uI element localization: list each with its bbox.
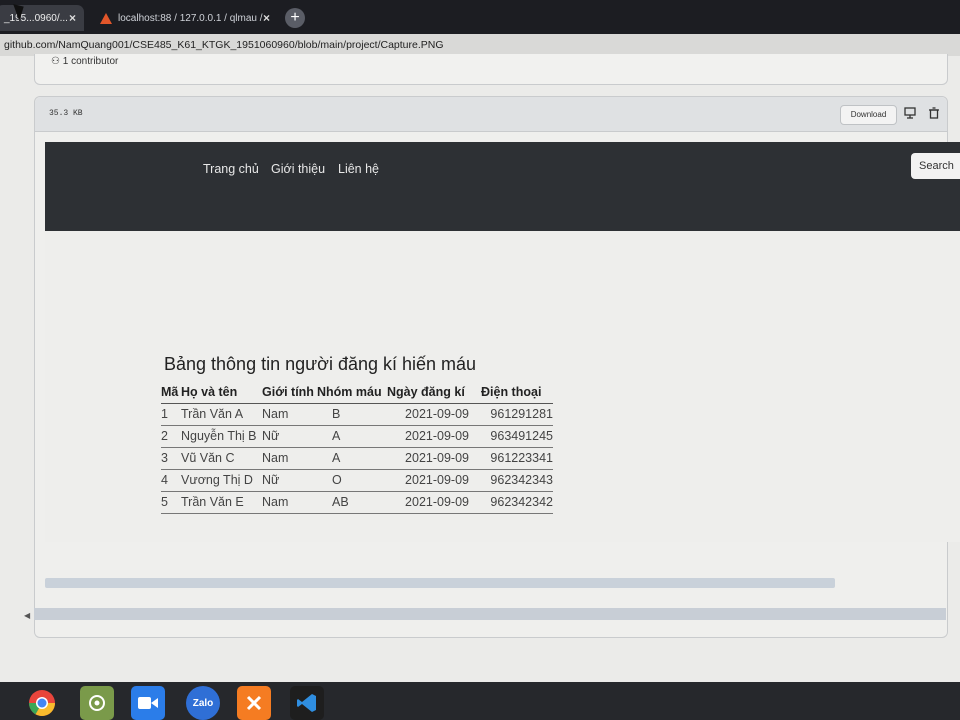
cell-blood: AB: [317, 491, 387, 514]
cell-name: Vũ Văn C: [181, 447, 262, 470]
cell-name: Trần Văn A: [181, 403, 262, 426]
chrome-icon[interactable]: [25, 686, 59, 720]
cell-date: 2021-09-09: [387, 447, 481, 470]
cell-name: Vương Thị D: [181, 469, 262, 492]
file-header: 35.3 KB Download: [35, 97, 947, 132]
settings-app-icon[interactable]: [80, 686, 114, 720]
zalo-icon[interactable]: Zalo: [186, 686, 220, 720]
browser-tab-strip: _195...0960/... × localhost:88 / 127.0.0…: [0, 0, 960, 34]
capture-image: Trang chủ Giới thiệu Liên hệ Search Bảng…: [45, 142, 960, 542]
cell-date: 2021-09-09: [387, 425, 481, 448]
col-name: Họ và tên: [181, 382, 262, 404]
cell-name: Trần Văn E: [181, 491, 262, 514]
table-title: Bảng thông tin người đăng kí hiến máu: [164, 354, 477, 374]
donor-table: Mã Họ và tên Giới tính Nhóm máu Ngày đăn…: [161, 382, 553, 514]
github-file-page: ⚇ 1 contributor 35.3 KB Download Trang c…: [0, 54, 960, 688]
col-blood: Nhóm máu: [317, 382, 387, 404]
cell-gender: Nam: [262, 403, 317, 426]
xampp-icon[interactable]: [237, 686, 271, 720]
contributors-box: ⚇ 1 contributor: [34, 54, 948, 85]
image-scrollbar[interactable]: [45, 578, 835, 588]
tab-label: _195...0960/...: [4, 12, 68, 24]
cell-phone: 963491245: [481, 425, 553, 448]
table-row: 1 Trần Văn A Nam B 2021-09-09 961291281: [161, 403, 553, 426]
tab-github[interactable]: _195...0960/... ×: [0, 5, 84, 31]
cell-id: 1: [161, 403, 181, 426]
video-app-icon[interactable]: [131, 686, 165, 720]
cell-phone: 961223341: [481, 447, 553, 470]
table-row: 2 Nguyễn Thị B Nữ A 2021-09-09 963491245: [161, 425, 553, 448]
table-row: 4 Vương Thị D Nữ O 2021-09-09 962342343: [161, 469, 553, 492]
phpmyadmin-icon: [100, 12, 112, 24]
address-bar[interactable]: github.com/NamQuang001/CSE485_K61_KTGK_1…: [0, 34, 960, 56]
cell-blood: B: [317, 403, 387, 426]
cell-id: 2: [161, 425, 181, 448]
col-date: Ngày đăng kí: [387, 382, 481, 404]
cell-phone: 962342342: [481, 491, 553, 514]
desktop-icon[interactable]: [904, 107, 916, 119]
cell-gender: Nữ: [262, 469, 317, 492]
file-size: 35.3 KB: [49, 109, 83, 118]
cell-gender: Nam: [262, 491, 317, 514]
scroll-left-arrow-icon[interactable]: ◀: [24, 611, 30, 620]
cell-id: 4: [161, 469, 181, 492]
close-icon[interactable]: ×: [263, 11, 270, 25]
cell-phone: 961291281: [481, 403, 553, 426]
cell-gender: Nữ: [262, 425, 317, 448]
cell-name: Nguyễn Thị B: [181, 425, 262, 448]
col-id: Mã: [161, 382, 181, 404]
nav-home: Trang chủ: [203, 162, 259, 176]
cell-gender: Nam: [262, 447, 317, 470]
tab-phpmyadmin[interactable]: localhost:88 / 127.0.0.1 / qlmau / ×: [92, 5, 278, 31]
table-row: 3 Vũ Văn C Nam A 2021-09-09 961223341: [161, 447, 553, 470]
cell-blood: A: [317, 447, 387, 470]
vscode-icon[interactable]: [290, 686, 324, 720]
horizontal-scrollbar[interactable]: [34, 608, 946, 620]
search-button: Search: [911, 153, 960, 179]
trash-icon[interactable]: [928, 107, 940, 119]
nav-about: Giới thiệu: [271, 162, 326, 176]
navbar: Trang chủ Giới thiệu Liên hệ Search: [45, 142, 960, 231]
table-row: 5 Trần Văn E Nam AB 2021-09-09 962342342: [161, 491, 553, 514]
cell-date: 2021-09-09: [387, 403, 481, 426]
people-icon: ⚇: [51, 56, 63, 67]
cell-date: 2021-09-09: [387, 469, 481, 492]
cell-id: 5: [161, 491, 181, 514]
taskbar: Zalo: [0, 682, 960, 720]
contributors-link[interactable]: ⚇ 1 contributor: [51, 56, 118, 67]
cell-phone: 962342343: [481, 469, 553, 492]
nav-contact: Liên hệ: [338, 162, 380, 176]
cell-date: 2021-09-09: [387, 491, 481, 514]
new-tab-button[interactable]: +: [285, 8, 305, 28]
tab-label: localhost:88 / 127.0.0.1 / qlmau /: [118, 12, 263, 24]
download-button[interactable]: Download: [840, 105, 897, 125]
cell-blood: A: [317, 425, 387, 448]
cell-blood: O: [317, 469, 387, 492]
col-gender: Giới tính: [262, 382, 317, 404]
table-header-row: Mã Họ và tên Giới tính Nhóm máu Ngày đăn…: [161, 382, 553, 404]
cell-id: 3: [161, 447, 181, 470]
close-icon[interactable]: ×: [69, 11, 76, 25]
col-phone: Điện thoại: [481, 382, 553, 404]
